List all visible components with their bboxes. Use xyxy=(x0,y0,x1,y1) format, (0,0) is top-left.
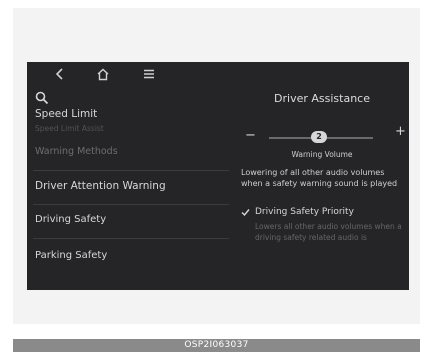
divider xyxy=(33,170,229,171)
home-icon[interactable] xyxy=(92,66,114,82)
driving-safety-priority-description: Lowers all other audio volumes when a dr… xyxy=(255,222,402,242)
top-nav-bar xyxy=(27,62,409,88)
list-item-warning-methods[interactable]: Warning Methods xyxy=(27,146,235,157)
infotainment-screen: Speed Limit Speed Limit Assist Warning M… xyxy=(27,62,409,290)
warning-volume-label: Warning Volume xyxy=(291,150,353,159)
list-subitem-speed-limit-assist: Speed Limit Assist xyxy=(35,124,104,133)
volume-slider-thumb[interactable]: 2 xyxy=(311,131,327,143)
panel-title: Driver Assistance xyxy=(274,92,370,105)
driver-assistance-panel: Driver Assistance − 2 + Warning Volume L… xyxy=(235,88,409,290)
divider xyxy=(33,204,229,205)
driving-safety-priority-label[interactable]: Driving Safety Priority xyxy=(255,207,354,217)
volume-increase-button[interactable]: + xyxy=(395,124,406,139)
volume-decrease-button[interactable]: − xyxy=(245,128,256,143)
list-item-speed-limit[interactable]: Speed Limit xyxy=(27,108,235,120)
list-item-driving-safety[interactable]: Driving Safety xyxy=(27,214,235,225)
list-item-driver-attention-warning[interactable]: Driver Attention Warning xyxy=(27,180,235,192)
settings-list: Speed Limit Speed Limit Assist Warning M… xyxy=(27,88,235,290)
divider xyxy=(33,238,229,239)
search-icon[interactable] xyxy=(35,90,49,109)
image-caption: OSP2I063037 xyxy=(13,339,420,352)
list-item-parking-safety[interactable]: Parking Safety xyxy=(27,250,235,261)
menu-icon[interactable] xyxy=(138,66,160,82)
back-icon[interactable] xyxy=(49,66,71,82)
volume-description: Lowering of all other audio volumes when… xyxy=(241,168,398,188)
checkbox-check-icon[interactable] xyxy=(241,208,250,217)
